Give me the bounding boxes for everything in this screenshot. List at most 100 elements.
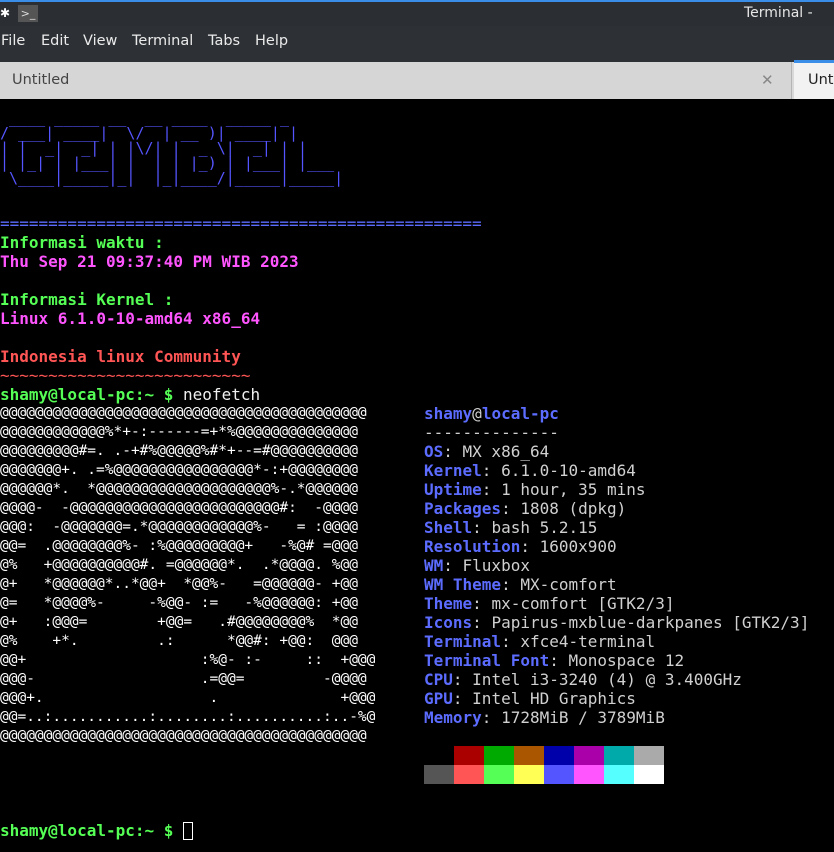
text-cursor (183, 822, 194, 840)
logo-row: @@@: -@@@@@@@=.*@@@@@@@@@@@@%- = :@@@@ (0, 519, 358, 535)
separator-line: ========================================… (0, 214, 482, 233)
logo-row: @@=..:...........:........:..........:..… (0, 709, 376, 725)
logo-row: @@= .@@@@@@@@%- :%@@@@@@@@@+ -%@# =@@@ (0, 538, 358, 554)
window-title: Terminal - (744, 5, 813, 21)
info-row: GPU: Intel HD Graphics (424, 689, 636, 708)
close-icon[interactable]: ✕ (761, 71, 774, 89)
color-swatch (634, 765, 664, 784)
color-swatch (634, 746, 664, 765)
info-row: WM: Fluxbox (424, 556, 530, 575)
color-swatch (574, 765, 604, 784)
info-key: Memory (424, 708, 482, 727)
info-row: CPU: Intel i3-3240 (4) @ 3.400GHz (424, 670, 742, 689)
color-swatch (574, 746, 604, 765)
info-value: xfce4-terminal (520, 632, 656, 651)
info-value: 1728MiB / 3789MiB (501, 708, 665, 727)
info-key: Resolution (424, 537, 521, 556)
menu-bar: File Edit View Terminal Tabs Help (0, 26, 834, 58)
color-swatch (604, 746, 634, 765)
kernel-value: Linux 6.1.0-10-amd64 x86_64 (0, 309, 261, 328)
menu-terminal[interactable]: Terminal (132, 33, 193, 49)
info-row: OS: MX x86_64 (424, 442, 550, 461)
menu-tabs[interactable]: Tabs (208, 33, 240, 49)
tab-untitled-2[interactable]: Untitled (794, 60, 834, 99)
info-key: Terminal Font (424, 651, 550, 670)
info-value: Fluxbox (462, 556, 530, 575)
neofetch-at: @ (472, 404, 482, 423)
info-row: Memory: 1728MiB / 3789MiB (424, 708, 665, 727)
neofetch-host: local-pc (481, 404, 559, 423)
info-value: 1600x900 (539, 537, 617, 556)
ascii-banner: ____ _____ __ __ ____ _____ _ / ___| ___… (0, 109, 344, 187)
info-key: Uptime (424, 480, 482, 499)
color-swatch (424, 746, 454, 765)
window-menu-icon[interactable]: ✱ (0, 6, 12, 20)
info-key: Terminal (424, 632, 502, 651)
final-prompt-line: shamy@local-pc:~ $ (0, 821, 194, 840)
logo-row: @@@@@@@@@@@@@@@@@@@@@@@@@@@@@@@@@@@@@@@@… (0, 405, 367, 421)
logo-row: @+ *@@@@@@*..*@@+ *@@%- =@@@@@@- +@@ (0, 576, 358, 592)
terminal-app-icon: >_ (18, 5, 38, 22)
menu-view[interactable]: View (83, 33, 117, 49)
info-key: Theme (424, 594, 473, 613)
info-key: Packages (424, 499, 502, 518)
color-swatch (454, 765, 484, 784)
neofetch-header: shamy@local-pc (424, 404, 559, 423)
color-swatch (544, 765, 574, 784)
info-value: 1808 (dpkg) (520, 499, 627, 518)
tilde-line: ~~~~~~~~~~~~~~~~~~~~~~~~~~ (0, 366, 251, 385)
info-key: CPU (424, 670, 453, 689)
logo-row: @% +@@@@@@@@@@#. =@@@@@@*. .*@@@@. %@@ (0, 557, 358, 573)
logo-row: @@@@@@*. *@@@@@@@@@@@@@@@@@@@@%-.*@@@@@@ (0, 481, 358, 497)
logo-row: @% +*. .: *@@#: +@@: @@@ (0, 633, 358, 649)
underline-text: -------------- (424, 423, 559, 442)
info-key: Shell (424, 518, 473, 537)
info-key: WM (424, 556, 444, 575)
info-value: MX x86_64 (462, 442, 550, 461)
color-swatch (514, 746, 544, 765)
color-swatch (514, 765, 544, 784)
prompt: shamy@local-pc:~ $ (0, 821, 174, 840)
info-value: 1 hour, 35 mins (501, 480, 646, 499)
time-value: Thu Sep 21 09:37:40 PM WIB 2023 (0, 252, 299, 271)
color-swatch (604, 765, 634, 784)
window-titlebar: ✱ >_ Terminal - (0, 0, 834, 26)
tab-label: Untitled (808, 72, 834, 88)
neofetch-underline: -------------- (424, 423, 559, 442)
info-value: MX-comfort (520, 575, 617, 594)
info-row: Resolution: 1600x900 (424, 537, 617, 556)
tab-untitled-1[interactable]: Untitled ✕ (0, 62, 792, 99)
info-key: Icons (424, 613, 473, 632)
info-row: Packages: 1808 (dpkg) (424, 499, 627, 518)
info-value: 6.1.0-10-amd64 (501, 461, 636, 480)
info-row: Terminal: xfce4-terminal (424, 632, 656, 651)
info-key: WM Theme (424, 575, 502, 594)
prompt-line: shamy@local-pc:~ $ neofetch (0, 385, 260, 404)
info-value: Monospace 12 (568, 651, 685, 670)
info-key: Kernel (424, 461, 482, 480)
info-row: Icons: Papirus-mxblue-darkpanes [GTK2/3] (424, 613, 810, 632)
color-swatch (544, 746, 574, 765)
info-row: Uptime: 1 hour, 35 mins (424, 480, 646, 499)
logo-row: @@@@@@@@@@@@@@@@@@@@@@@@@@@@@@@@@@@@@@@@… (0, 728, 367, 744)
color-swatch (484, 765, 514, 784)
info-row: Theme: mx-comfort [GTK2/3] (424, 594, 675, 613)
info-value: Intel HD Graphics (472, 689, 636, 708)
menu-edit[interactable]: Edit (41, 33, 69, 49)
menu-file[interactable]: File (1, 33, 25, 49)
prompt: shamy@local-pc:~ $ (0, 385, 174, 404)
info-row: WM Theme: MX-comfort (424, 575, 617, 594)
info-key: GPU (424, 689, 453, 708)
info-row: Shell: bash 5.2.15 (424, 518, 598, 537)
logo-row: @@@@@@@@@@@@%*+-:------=+*%@@@@@@@@@@@@@… (0, 424, 358, 440)
info-row: Terminal Font: Monospace 12 (424, 651, 685, 670)
tab-label: Untitled (12, 72, 70, 88)
info-value: Papirus-mxblue-darkpanes [GTK2/3] (491, 613, 810, 632)
menu-help[interactable]: Help (255, 33, 288, 49)
neofetch-user: shamy (424, 404, 473, 423)
info-value: mx-comfort [GTK2/3] (491, 594, 675, 613)
info-row: Kernel: 6.1.0-10-amd64 (424, 461, 636, 480)
logo-row: @@@- .=@@= -@@@@ (0, 671, 367, 687)
terminal-output[interactable]: ____ _____ __ __ ____ _____ _ / ___| ___… (0, 99, 834, 852)
logo-row: @@@@@@@@@#=. .-+#%@@@@@%#*+--=#@@@@@@@@@… (0, 443, 358, 459)
